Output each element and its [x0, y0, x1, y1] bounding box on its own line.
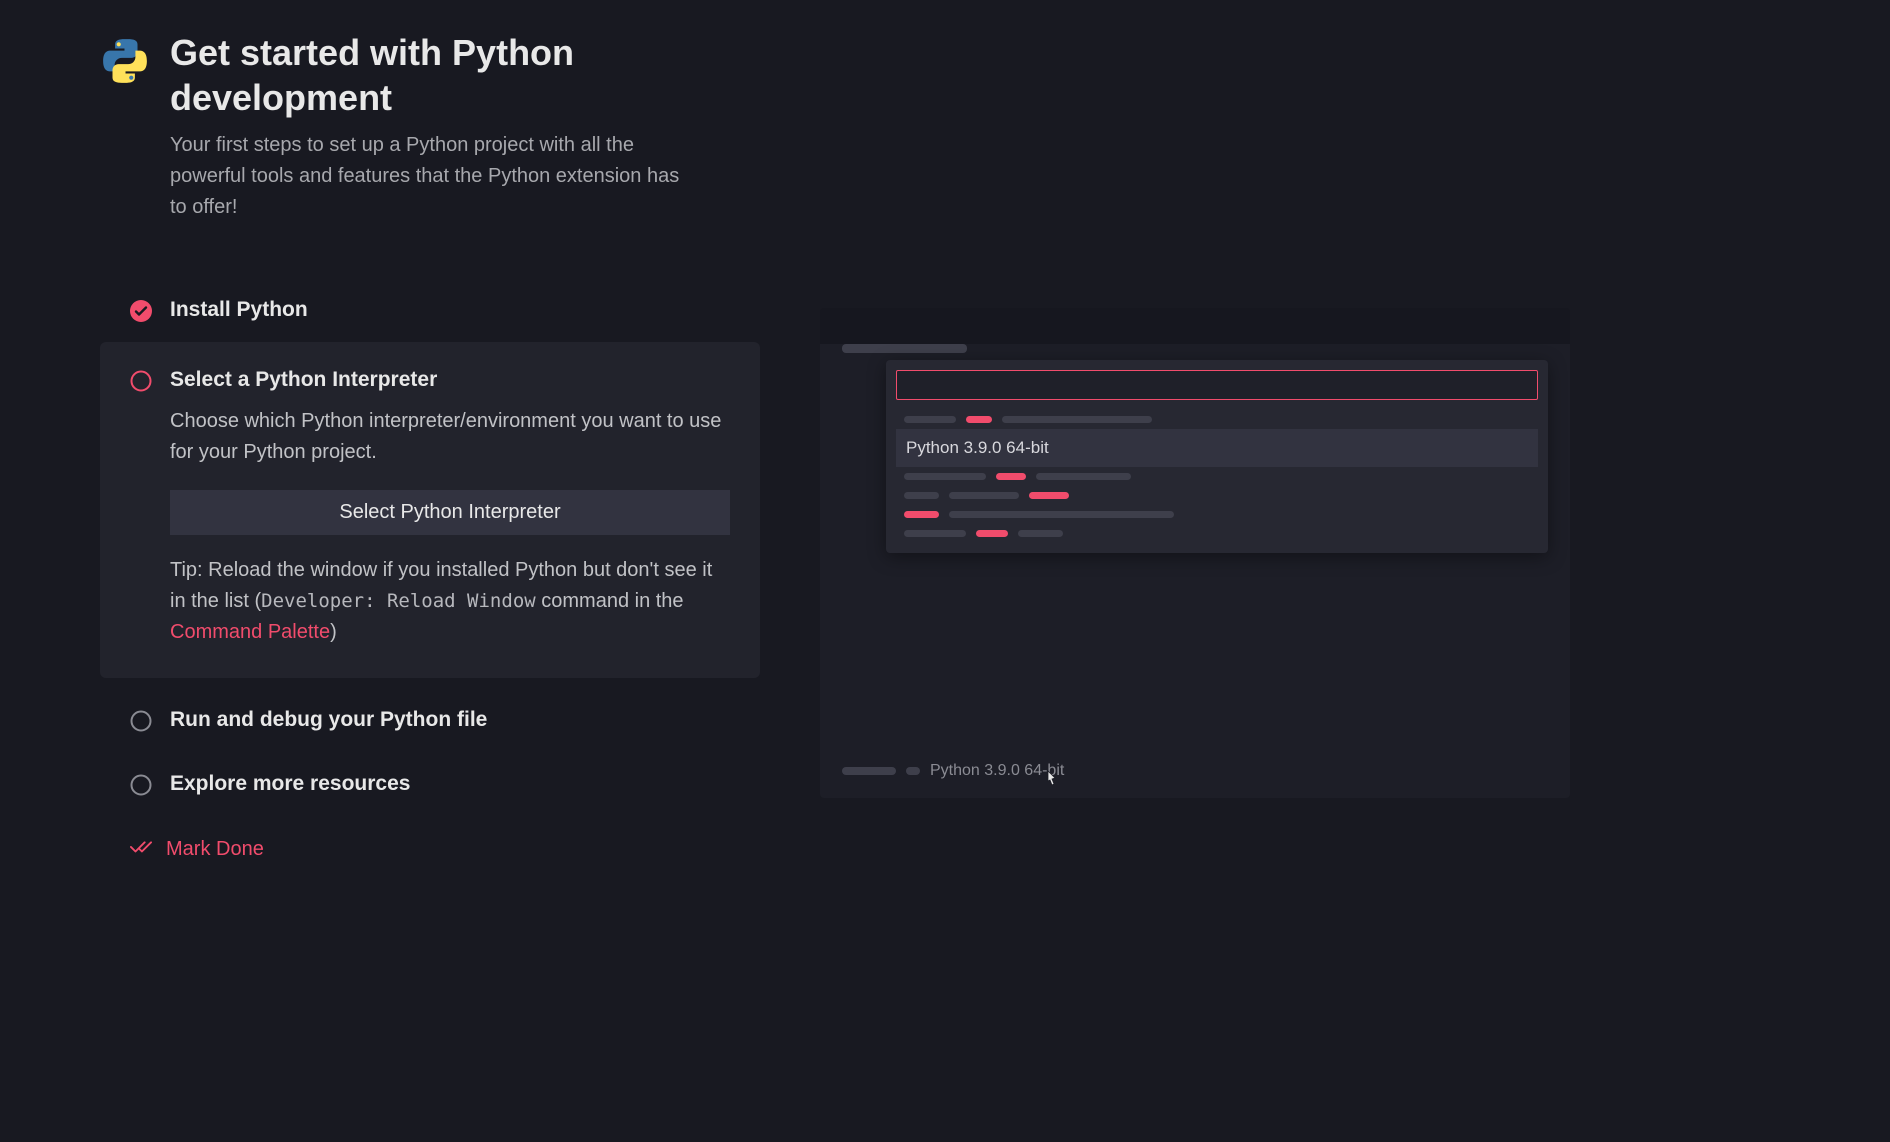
check-all-icon: [130, 836, 152, 862]
step-title: Explore more resources: [170, 772, 730, 796]
circle-outline-icon: [130, 370, 152, 392]
step-install-python[interactable]: Install Python: [100, 278, 760, 342]
cursor-pointer-icon: [1042, 769, 1060, 794]
step-select-interpreter[interactable]: Select a Python Interpreter Choose which…: [100, 342, 760, 678]
check-circle-filled-icon: [130, 300, 152, 322]
quickpick-search-input: [896, 370, 1538, 400]
step-title: Install Python: [170, 298, 730, 322]
quickpick-selected-item: Python 3.9.0 64-bit: [896, 429, 1538, 467]
step-title: Run and debug your Python file: [170, 708, 730, 732]
walkthrough-header: Get started with Python development Your…: [100, 30, 760, 223]
page-subtitle: Your first steps to set up a Python proj…: [170, 130, 680, 223]
step-run-debug[interactable]: Run and debug your Python file: [100, 688, 760, 752]
page-title: Get started with Python development: [170, 30, 760, 120]
circle-outline-icon: [130, 710, 152, 732]
mark-done-label: Mark Done: [166, 838, 264, 861]
circle-outline-icon: [130, 774, 152, 796]
step-title: Select a Python Interpreter: [170, 368, 730, 392]
status-bar-mockup: Python 3.9.0 64-bit: [842, 762, 1064, 780]
step-description: Choose which Python interpreter/environm…: [170, 406, 730, 468]
quickpick-mockup: Python 3.9.0 64-bit: [886, 360, 1548, 553]
select-python-interpreter-button[interactable]: Select Python Interpreter: [170, 490, 730, 535]
command-palette-link[interactable]: Command Palette: [170, 621, 330, 643]
step-explore-resources[interactable]: Explore more resources: [100, 752, 760, 816]
interpreter-picker-mockup: Python 3.9.0 64-bit: [820, 308, 1570, 798]
python-logo-icon: [100, 36, 150, 223]
step-tip: Tip: Reload the window if you installed …: [170, 555, 730, 648]
mark-done-button[interactable]: Mark Done: [100, 816, 760, 862]
